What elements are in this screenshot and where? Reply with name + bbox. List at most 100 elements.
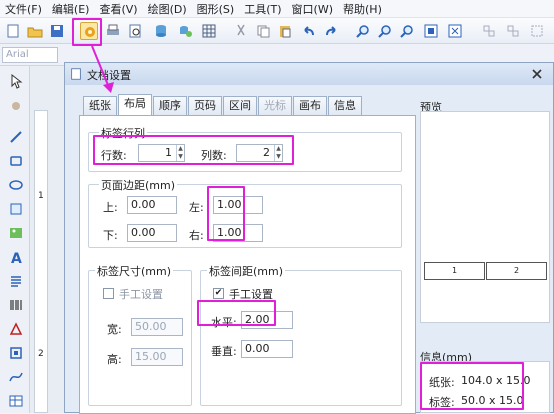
highlight-horizontal-spacing bbox=[197, 300, 276, 326]
document-settings-dialog: 文档设置 纸张 布局 顺序 页码 区间 光标 画布 信息 标签行列 行数: 1 … bbox=[64, 62, 554, 414]
menu-window[interactable]: 窗口(W) bbox=[287, 1, 338, 17]
highlight-rows-cols bbox=[93, 135, 294, 165]
database-settings-icon bbox=[180, 26, 192, 37]
ellipse-icon bbox=[9, 180, 23, 190]
triangle-icon bbox=[9, 322, 23, 335]
save-button[interactable] bbox=[48, 22, 66, 40]
height-input[interactable]: 15.00 bbox=[131, 348, 183, 366]
fit-page-icon bbox=[448, 24, 462, 38]
paragraph-icon bbox=[11, 276, 21, 287]
menu-edit[interactable]: 编辑(E) bbox=[47, 1, 95, 17]
database-button[interactable] bbox=[152, 22, 170, 40]
menu-file[interactable]: 文件(F) bbox=[0, 1, 47, 17]
zoom-out-button[interactable] bbox=[376, 22, 394, 40]
printer-icon bbox=[107, 24, 119, 35]
ruler-mark: 2 bbox=[38, 349, 44, 359]
qrcode-tool[interactable] bbox=[7, 344, 25, 362]
align-icon bbox=[531, 25, 543, 37]
dialog-titlebar: 文档设置 bbox=[65, 63, 553, 85]
highlight-toolbar-button bbox=[72, 18, 102, 46]
size-manual-label: 手工设置 bbox=[119, 288, 163, 301]
zoom-in-icon bbox=[356, 25, 369, 38]
tab-bar: 纸张 布局 顺序 页码 区间 光标 画布 信息 bbox=[83, 94, 363, 116]
database-icon bbox=[156, 25, 166, 37]
actual-size-icon bbox=[424, 24, 438, 38]
ungroup-button[interactable] bbox=[504, 22, 522, 40]
tab-paper[interactable]: 纸张 bbox=[83, 96, 117, 115]
ellipse-tool[interactable] bbox=[7, 176, 25, 194]
grid-icon bbox=[202, 24, 216, 38]
bottom-margin-input[interactable]: 0.00 bbox=[127, 224, 177, 242]
new-document-button[interactable] bbox=[4, 22, 22, 40]
tab-info[interactable]: 信息 bbox=[328, 96, 362, 115]
group-button[interactable] bbox=[480, 22, 498, 40]
barcode-tool[interactable] bbox=[7, 296, 25, 314]
group-title: 标签尺寸(mm) bbox=[95, 263, 174, 279]
pointer-icon bbox=[11, 73, 23, 89]
tab-page-number[interactable]: 页码 bbox=[188, 96, 222, 115]
menu-tools[interactable]: 工具(T) bbox=[239, 1, 286, 17]
database-settings-button[interactable] bbox=[176, 22, 194, 40]
image-tool[interactable] bbox=[7, 200, 25, 218]
font-family-select[interactable]: Arial bbox=[2, 47, 58, 63]
copy-button[interactable] bbox=[254, 22, 272, 40]
save-icon bbox=[51, 25, 63, 37]
scissors-icon bbox=[237, 24, 245, 36]
preview-label-cell: 2 bbox=[486, 262, 547, 280]
align-button[interactable] bbox=[528, 22, 546, 40]
svg-text:A: A bbox=[11, 251, 22, 265]
page-margins-group: 页面边距(mm) 上: 0.00 左: 1.00 下: 0.00 右: 1.00 bbox=[88, 177, 402, 248]
group-title: 标签间距(mm) bbox=[207, 263, 286, 279]
table-tool[interactable] bbox=[7, 392, 25, 410]
print-preview-button[interactable] bbox=[126, 22, 144, 40]
size-manual-checkbox[interactable] bbox=[103, 288, 114, 299]
menu-shape[interactable]: 图形(S) bbox=[192, 1, 240, 17]
document-settings-icon bbox=[71, 68, 81, 80]
zoom-in-button[interactable] bbox=[354, 22, 372, 40]
redo-button[interactable] bbox=[322, 22, 340, 40]
open-button[interactable] bbox=[26, 22, 44, 40]
curve-tool[interactable] bbox=[7, 368, 25, 386]
undo-button[interactable] bbox=[300, 22, 318, 40]
menu-draw[interactable]: 绘图(D) bbox=[143, 1, 192, 17]
width-input[interactable]: 50.00 bbox=[131, 318, 183, 336]
undo-icon bbox=[304, 26, 314, 36]
vertical-ruler: 1 2 bbox=[34, 110, 48, 413]
barcode-icon bbox=[10, 300, 22, 310]
label-spacing-group: 标签间距(mm) ✔ 手工设置 水平: 2.00 垂直: 0.00 bbox=[200, 263, 402, 406]
tab-order[interactable]: 顺序 bbox=[153, 96, 187, 115]
paste-button[interactable] bbox=[276, 22, 294, 40]
fit-page-button[interactable] bbox=[446, 22, 464, 40]
menu-view[interactable]: 查看(V) bbox=[94, 1, 142, 17]
right-margin-label: 右: bbox=[189, 229, 204, 242]
vertical-spacing-input[interactable]: 0.00 bbox=[241, 340, 293, 358]
pan-tool[interactable] bbox=[7, 96, 25, 114]
rectangle-tool[interactable] bbox=[7, 152, 25, 170]
print-button[interactable] bbox=[104, 22, 122, 40]
highlight-info-values bbox=[420, 362, 524, 410]
paragraph-tool[interactable] bbox=[7, 272, 25, 290]
cut-button[interactable] bbox=[232, 22, 250, 40]
grid-button[interactable] bbox=[200, 22, 218, 40]
menu-help[interactable]: 帮助(H) bbox=[338, 1, 387, 17]
shape-tool[interactable] bbox=[7, 320, 25, 338]
tab-layout[interactable]: 布局 bbox=[118, 94, 152, 115]
line-tool[interactable] bbox=[7, 128, 25, 146]
group-icon bbox=[483, 25, 495, 37]
close-button[interactable] bbox=[529, 66, 545, 82]
width-label: 宽: bbox=[107, 323, 122, 336]
top-margin-input[interactable]: 0.00 bbox=[127, 196, 177, 214]
select-tool[interactable] bbox=[7, 72, 25, 90]
picture-tool[interactable] bbox=[7, 224, 25, 242]
group-title: 页面边距(mm) bbox=[99, 177, 178, 193]
tab-range[interactable]: 区间 bbox=[223, 96, 257, 115]
actual-size-button[interactable] bbox=[422, 22, 440, 40]
tab-canvas[interactable]: 画布 bbox=[293, 96, 327, 115]
tab-cursor[interactable]: 光标 bbox=[258, 96, 292, 115]
paste-icon bbox=[280, 26, 291, 38]
text-tool[interactable]: A bbox=[7, 248, 25, 267]
zoom-fit-button[interactable] bbox=[398, 22, 416, 40]
print-preview-icon bbox=[129, 24, 141, 38]
zoom-out-icon bbox=[378, 25, 391, 38]
spacing-manual-checkbox[interactable]: ✔ bbox=[213, 288, 224, 299]
